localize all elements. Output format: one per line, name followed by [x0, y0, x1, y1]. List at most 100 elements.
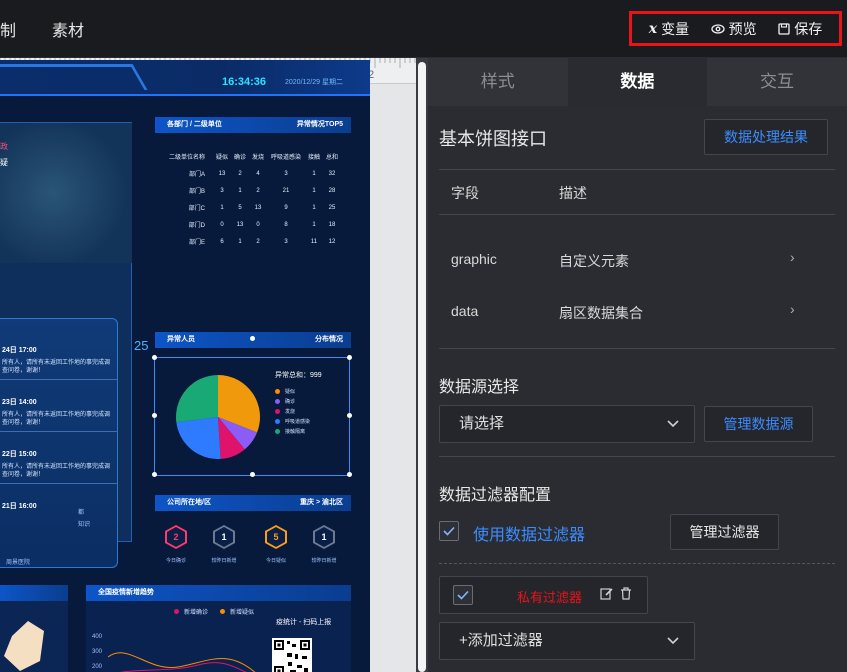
pie-panel-title-text: 异常人员 — [167, 336, 195, 343]
field-name: graphic — [451, 251, 497, 267]
dashboard-date: 2020/12/29 星期二 — [285, 79, 343, 86]
resize-handle[interactable] — [152, 413, 157, 418]
divider — [439, 348, 835, 349]
map-label: 政 — [0, 142, 8, 151]
table-cell: 8 — [284, 221, 288, 228]
resize-handle[interactable] — [152, 355, 157, 360]
private-filter-checkbox[interactable] — [453, 585, 473, 605]
table-header: 二级单位名称 — [168, 155, 205, 161]
notice-date: 22日 15:00 — [2, 451, 37, 458]
edit-icon[interactable] — [600, 587, 613, 605]
y-tick: 400 — [92, 634, 103, 640]
check-icon — [443, 526, 455, 536]
legend-swatch — [275, 408, 280, 414]
trend-legend-label: 新增确诊 — [184, 610, 209, 616]
variable-icon: x — [648, 20, 658, 37]
legend-item: 发烧 — [275, 406, 322, 416]
check-icon — [457, 590, 469, 600]
resize-handle[interactable] — [250, 472, 255, 477]
manage-datasource-button[interactable]: 管理数据源 — [704, 406, 813, 442]
legend-item: 疑似 — [275, 386, 322, 396]
tab-interaction[interactable]: 交互 — [707, 58, 847, 106]
notice-date: 24日 17:00 — [2, 347, 37, 354]
top-tab-materials[interactable]: 素材 — [52, 17, 84, 41]
qr-code — [272, 638, 312, 672]
map-image — [0, 123, 132, 263]
table-cell: 13 — [254, 204, 262, 211]
legend-swatch — [275, 418, 280, 424]
vertical-scrollbar[interactable] — [416, 58, 428, 672]
table-header: 总和 — [325, 155, 338, 161]
area-panel-title: 公司所在地/区 重庆 > 渝北区 — [155, 495, 351, 511]
datasource-select-value: 请选择 — [459, 415, 505, 432]
resize-handle[interactable] — [347, 472, 352, 477]
table-cell: 3 — [220, 187, 224, 194]
manage-filter-button[interactable]: 管理过滤器 — [670, 514, 779, 550]
use-filter-checkbox[interactable] — [439, 521, 459, 541]
field-header: 字段 — [451, 185, 479, 201]
table-panel-right: 异常情况TOP5 — [296, 121, 343, 128]
legend-label: 确诊 — [285, 398, 296, 405]
stat-label: 今日疑似 — [265, 558, 286, 564]
tab-style[interactable]: 样式 — [428, 58, 568, 106]
eye-icon — [711, 23, 725, 34]
table-row: 部门B 3 1 2 21 1 28 — [155, 182, 351, 199]
notice-text: 所有人，请所有未返回工作地的事完成调查问卷，谢谢！ — [2, 464, 111, 478]
divider — [439, 169, 835, 170]
header-decoration — [0, 64, 148, 90]
table-header: 呼吸道感染 — [270, 155, 301, 161]
legend-label: 疑似 — [285, 388, 296, 395]
table-cell: 1 — [238, 238, 242, 245]
datasource-select[interactable]: 请选择 — [439, 405, 695, 443]
data-result-button[interactable]: 数据处理结果 — [704, 119, 828, 155]
table-cell: 18 — [328, 221, 336, 228]
resize-handle[interactable] — [347, 413, 352, 418]
y-tick: 300 — [92, 649, 103, 655]
use-filter-label[interactable]: 使用数据过滤器 — [473, 521, 585, 545]
pie-legend: 异常总和：999 疑似 确诊 发烧 呼吸道感染 接触隔离 — [275, 370, 322, 436]
top-tab-partial[interactable]: 制 — [0, 17, 16, 41]
table-header: 确诊 — [233, 155, 246, 161]
chevron-down-icon — [666, 406, 680, 456]
table-cell: 1 — [238, 187, 242, 194]
stat-value: 5 — [273, 532, 279, 542]
save-button[interactable]: 保存 — [778, 19, 822, 39]
field-desc: 自定义元素 — [559, 253, 629, 269]
table-cell: 1 — [312, 187, 316, 194]
stat-hex: 2 — [165, 525, 187, 549]
scrollbar-thumb[interactable] — [418, 62, 426, 672]
table-header: 疑似 — [215, 155, 228, 161]
stat-value: 1 — [221, 532, 227, 542]
department-table: 二级单位名称 疑似 确诊 发烧 呼吸道感染 接触 总和 部门A 13 2 4 3… — [155, 148, 351, 250]
dashboard-header: 16:34:36 2020/12/29 星期二 — [0, 60, 370, 96]
private-filter-label: 私有过滤器 — [517, 590, 583, 605]
table-cell: 部门E — [188, 240, 205, 246]
private-filter-item[interactable]: 私有过滤器 — [439, 576, 648, 614]
resize-handle[interactable] — [250, 336, 255, 341]
notice-divider — [0, 483, 118, 484]
trash-icon[interactable] — [620, 587, 632, 605]
variable-button[interactable]: x 变量 — [649, 19, 689, 39]
map-label: 疑 — [0, 158, 8, 167]
table-cell: 5 — [238, 204, 242, 211]
chevron-right-icon[interactable]: › — [790, 301, 795, 317]
preview-label: 预览 — [728, 20, 757, 37]
resize-handle[interactable] — [152, 472, 157, 477]
preview-button[interactable]: 预览 — [711, 19, 757, 39]
table-row: 部门A 13 2 4 3 1 32 — [155, 165, 351, 182]
legend-swatch — [275, 388, 280, 394]
table-cell: 部门A — [188, 172, 205, 178]
table-cell: 4 — [256, 170, 260, 177]
stat-hex: 5 — [265, 525, 287, 549]
china-map-panel — [0, 585, 68, 672]
tab-data[interactable]: 数据 — [567, 58, 708, 106]
dashboard-preview[interactable]: 16:34:36 2020/12/29 星期二 政 疑 24日 17:00 所有… — [0, 60, 370, 672]
chevron-right-icon[interactable]: › — [790, 249, 795, 265]
legend-item: 接触隔离 — [275, 426, 322, 436]
pie-slice — [176, 417, 221, 459]
stat-value: 1 — [321, 532, 327, 542]
resize-handle[interactable] — [347, 355, 352, 360]
canvas-marker: 25 — [134, 338, 149, 353]
table-cell: 32 — [328, 170, 336, 177]
add-filter-select[interactable]: +添加过滤器 — [439, 622, 695, 660]
